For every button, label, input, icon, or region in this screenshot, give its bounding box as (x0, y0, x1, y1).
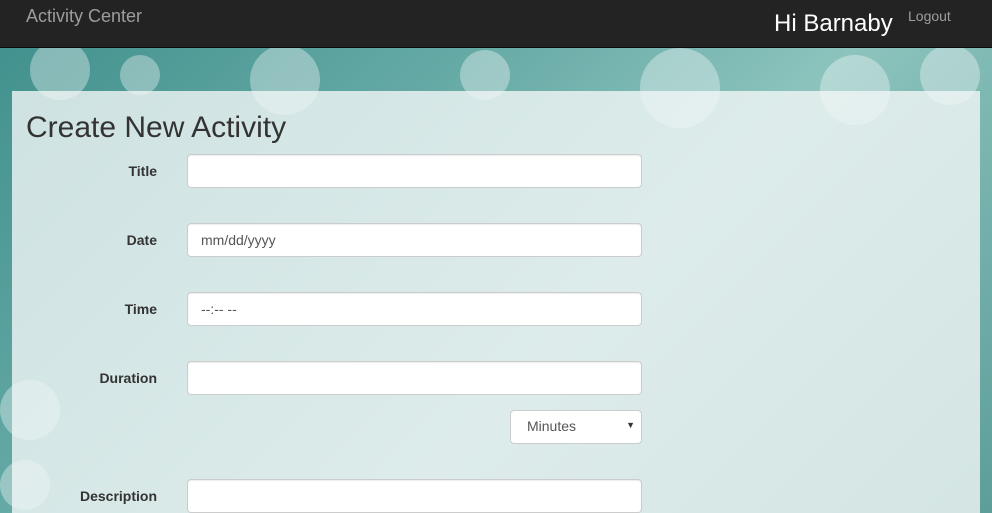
duration-label: Duration (99, 370, 157, 386)
top-navbar: Activity Center Hi Barnaby Logout (0, 0, 992, 48)
time-label: Time (124, 301, 157, 317)
description-input[interactable] (187, 479, 642, 513)
logout-link[interactable]: Logout (908, 8, 951, 24)
time-row: Time (12, 292, 980, 326)
description-row: Description (12, 479, 980, 513)
chevron-down-icon: ▼ (626, 420, 635, 430)
page-title: Create New Activity (26, 111, 287, 144)
brand-link[interactable]: Activity Center (26, 6, 142, 27)
user-greeting: Hi Barnaby (774, 10, 893, 37)
date-label: Date (126, 232, 157, 248)
time-input[interactable] (187, 292, 642, 326)
create-activity-panel: Create New Activity Title Date Time Dura… (12, 91, 980, 513)
duration-unit-value: Minutes (527, 418, 577, 434)
title-row: Title (12, 154, 980, 188)
title-input[interactable] (187, 154, 642, 188)
duration-unit-select[interactable]: Minutes ▼ (510, 410, 642, 444)
title-label: Title (128, 163, 157, 179)
date-row: Date (12, 223, 980, 257)
duration-row: Duration (12, 361, 980, 395)
description-label: Description (79, 488, 157, 504)
duration-input[interactable] (187, 361, 642, 395)
date-input[interactable] (187, 223, 642, 257)
bokeh-light (120, 55, 160, 95)
